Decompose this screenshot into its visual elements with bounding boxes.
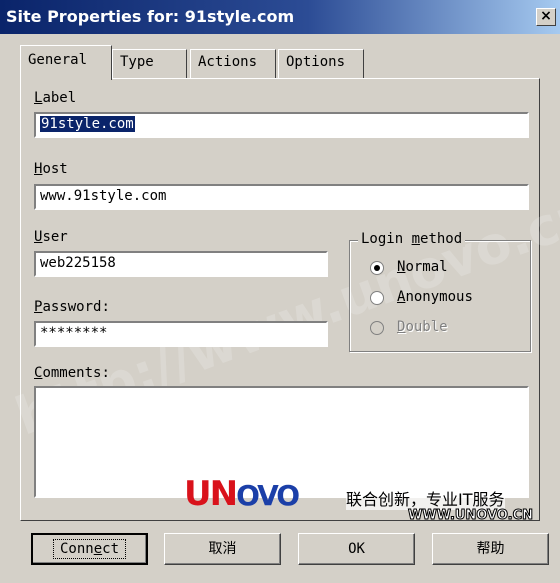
radio-disabled-icon: [370, 321, 384, 335]
cancel-button[interactable]: 取消: [164, 533, 281, 565]
tab-options[interactable]: Options: [278, 49, 364, 79]
close-icon: ×: [540, 8, 552, 24]
label-caption: Label: [34, 90, 77, 106]
tab-actions[interactable]: Actions: [190, 49, 276, 79]
radio-unselected-icon[interactable]: [370, 291, 384, 305]
unovo-logo: UNOVO: [184, 474, 300, 514]
host-field[interactable]: www.91style.com: [34, 184, 529, 210]
host-caption: Host: [34, 161, 68, 177]
watermark-slogan: 联合创新，专业IT服务: [346, 486, 505, 510]
password-field[interactable]: ********: [34, 321, 328, 347]
ok-button[interactable]: OK: [298, 533, 415, 565]
window-title: Site Properties for: 91style.com: [6, 7, 295, 26]
help-button[interactable]: 帮助: [432, 533, 549, 565]
radio-anonymous-label: Anonymous: [397, 289, 473, 305]
watermark-site-url: WWW.UNOVO.CN: [408, 508, 534, 524]
user-caption: User: [34, 229, 68, 245]
login-method-legend: Login method: [358, 231, 466, 247]
radio-double-label: Double: [397, 319, 448, 335]
connect-button[interactable]: Connect: [31, 533, 148, 565]
label-field[interactable]: 91style.com: [34, 112, 529, 138]
tab-general[interactable]: General: [20, 45, 112, 80]
radio-normal-label: Normal: [397, 259, 448, 275]
comments-caption: Comments:: [34, 365, 110, 381]
user-field[interactable]: web225158: [34, 251, 328, 277]
tab-type[interactable]: Type: [112, 49, 187, 79]
title-bar[interactable]: Site Properties for: 91style.com ×: [0, 0, 560, 34]
close-button[interactable]: ×: [536, 8, 556, 26]
password-caption: Password:: [34, 299, 110, 315]
radio-selected-icon[interactable]: [370, 261, 384, 275]
